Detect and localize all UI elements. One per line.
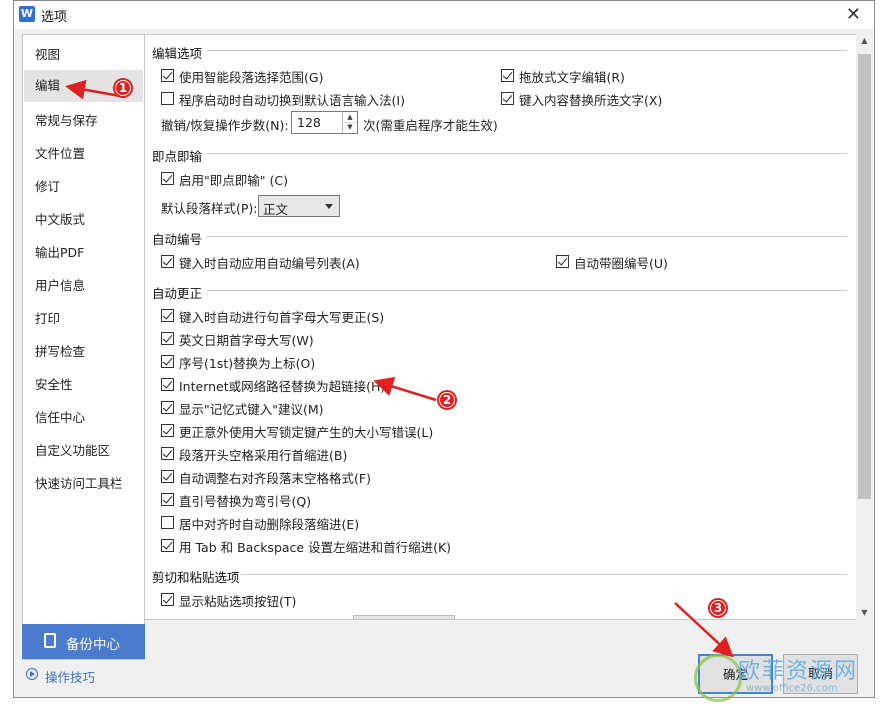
annotation-badge-2: 2 <box>437 390 457 410</box>
watermark: 欧菲资源网 www.office26.com <box>694 650 884 706</box>
close-icon[interactable]: ✕ <box>846 4 861 25</box>
undo-steps-stepper[interactable]: 128 ▲ ▼ <box>291 111 358 134</box>
label-autocorrect-9: 居中对齐时自动删除段落缩进(E) <box>179 517 360 532</box>
section-divider <box>207 50 847 51</box>
label-type-replace: 键入内容替换所选文字(X) <box>519 93 663 108</box>
label-autocorrect-6: 段落开头空格采用行首缩进(B) <box>179 448 348 463</box>
sidebar-item-spelling[interactable]: 拼写检查 <box>35 341 85 360</box>
sidebar-item-trust-center[interactable]: 信任中心 <box>35 407 85 426</box>
sidebar-item-customize-ribbon[interactable]: 自定义功能区 <box>35 440 110 459</box>
checkbox-autocorrect-7[interactable] <box>161 470 174 483</box>
label-circle-number: 自动带圈编号(U) <box>574 256 668 271</box>
label-click-type: 启用"即点即输" (C) <box>179 173 288 188</box>
sidebar-item-revision[interactable]: 修订 <box>35 176 60 195</box>
options-panel: 编辑选项 使用智能段落选择范围(G) 拖放式文字编辑(R) 程序启动时自动切换到… <box>145 34 858 620</box>
scroll-up-icon[interactable]: ▲ <box>856 34 873 48</box>
checkbox-hyperlink[interactable] <box>161 378 174 391</box>
section-title-autocorrect: 自动更正 <box>152 286 203 301</box>
section-divider <box>241 574 847 575</box>
label-autocorrect-10: 用 Tab 和 Backspace 设置左缩进和首行缩进(K) <box>179 540 452 555</box>
sidebar-item-view[interactable]: 视图 <box>35 44 60 63</box>
section-divider <box>207 153 847 154</box>
partial-button[interactable] <box>353 615 455 619</box>
sidebar-item-user-info[interactable]: 用户信息 <box>35 275 85 294</box>
label-autocorrect-7: 自动调整右对齐段落末空格格式(F) <box>179 471 371 486</box>
checkbox-autocorrect-10[interactable] <box>161 539 174 552</box>
label-default-style: 默认段落样式(P): <box>161 201 258 216</box>
sidebar-item-quick-access[interactable]: 快速访问工具栏 <box>35 473 123 492</box>
sidebar-item-print[interactable]: 打印 <box>35 308 60 327</box>
checkbox-paste-button[interactable] <box>161 593 174 606</box>
checkbox-auto-ime[interactable] <box>161 92 174 105</box>
label-autonumber-list: 键入时自动应用自动编号列表(A) <box>179 256 360 271</box>
title-bar: W 选项 ✕ <box>14 1 874 29</box>
label-undo-steps: 撤销/恢复操作步数(N): <box>161 118 289 133</box>
label-autocorrect-0: 键入时自动进行句首字母大写更正(S) <box>179 310 385 325</box>
checkbox-smart-para[interactable] <box>161 69 174 82</box>
checkbox-autocorrect-4[interactable] <box>161 401 174 414</box>
checkbox-click-type[interactable] <box>161 172 174 185</box>
spin-down-icon[interactable]: ▼ <box>343 122 357 132</box>
section-title-click-type: 即点即输 <box>152 149 203 164</box>
section-title-cut-paste: 剪切和粘贴选项 <box>152 570 240 585</box>
checkbox-drag-edit[interactable] <box>501 69 514 82</box>
checkbox-type-replace[interactable] <box>501 92 514 105</box>
checkbox-autonumber-list[interactable] <box>161 255 174 268</box>
backup-center-label: 备份中心 <box>66 637 120 653</box>
section-title-autonumber: 自动编号 <box>152 232 203 247</box>
section-divider <box>207 290 847 291</box>
default-style-value: 正文 <box>263 202 289 217</box>
sidebar-item-export-pdf[interactable]: 输出PDF <box>35 242 84 261</box>
sidebar-item-security[interactable]: 安全性 <box>35 374 73 393</box>
options-dialog: W 选项 ✕ 视图 编辑 常规与保存 文件位置 修订 中文版式 输出PDF 用户… <box>13 0 875 698</box>
checkbox-autocorrect-9[interactable] <box>161 516 174 529</box>
sidebar-item-chinese-layout[interactable]: 中文版式 <box>35 209 85 228</box>
label-undo-note: 次(需重启程序才能生效) <box>363 118 498 133</box>
label-autocorrect-8: 直引号替换为弯引号(Q) <box>179 494 312 509</box>
chevron-down-icon <box>325 204 333 209</box>
checkbox-autocorrect-2[interactable] <box>161 355 174 368</box>
label-autocorrect-2: 序号(1st)替换为上标(O) <box>179 356 316 371</box>
label-autocorrect-5: 更正意外使用大写锁定键产生的大小写错误(L) <box>179 425 434 440</box>
undo-steps-value: 128 <box>297 115 321 130</box>
wps-writer-icon: W <box>19 6 35 22</box>
label-autocorrect-4: 显示"记忆式键入"建议(M) <box>179 402 324 417</box>
checkbox-circle-number[interactable] <box>556 255 569 268</box>
label-hyperlink: Internet或网络路径替换为超链接(H) <box>179 379 386 394</box>
annotation-badge-3: 3 <box>708 598 728 618</box>
checkbox-autocorrect-0[interactable] <box>161 309 174 322</box>
sidebar: 视图 编辑 常规与保存 文件位置 修订 中文版式 输出PDF 用户信息 打印 拼… <box>22 34 145 660</box>
checkbox-autocorrect-5[interactable] <box>161 424 174 437</box>
tips-label: 操作技巧 <box>45 670 96 685</box>
vertical-scrollbar[interactable]: ▲ ▼ <box>856 34 873 620</box>
default-style-select[interactable]: 正文 <box>258 195 340 217</box>
section-divider <box>207 236 847 237</box>
watermark-logo-icon <box>694 654 742 702</box>
play-circle-icon <box>26 668 38 680</box>
label-auto-ime: 程序启动时自动切换到默认语言输入法(I) <box>179 93 405 108</box>
annotation-badge-1: 1 <box>113 78 133 98</box>
label-autocorrect-1: 英文日期首字母大写(W) <box>179 333 314 348</box>
watermark-text: 欧菲资源网 <box>738 659 859 684</box>
label-drag-edit: 拖放式文字编辑(R) <box>519 70 625 85</box>
sidebar-item-general-save[interactable]: 常规与保存 <box>35 110 98 129</box>
label-smart-para: 使用智能段落选择范围(G) <box>179 70 324 85</box>
checkbox-autocorrect-8[interactable] <box>161 493 174 506</box>
window-title: 选项 <box>41 10 68 25</box>
scroll-down-icon[interactable]: ▼ <box>856 606 873 620</box>
checkbox-autocorrect-1[interactable] <box>161 332 174 345</box>
watermark-url: www.office26.com <box>746 683 838 694</box>
sidebar-item-file-location[interactable]: 文件位置 <box>35 143 85 162</box>
section-title-edit: 编辑选项 <box>152 46 203 61</box>
scrollbar-thumb[interactable] <box>858 54 871 499</box>
checkbox-autocorrect-6[interactable] <box>161 447 174 460</box>
backup-center-button[interactable]: 备份中心 <box>22 624 145 659</box>
label-paste-button: 显示粘贴选项按钮(T) <box>179 594 297 609</box>
backup-icon <box>44 633 56 648</box>
